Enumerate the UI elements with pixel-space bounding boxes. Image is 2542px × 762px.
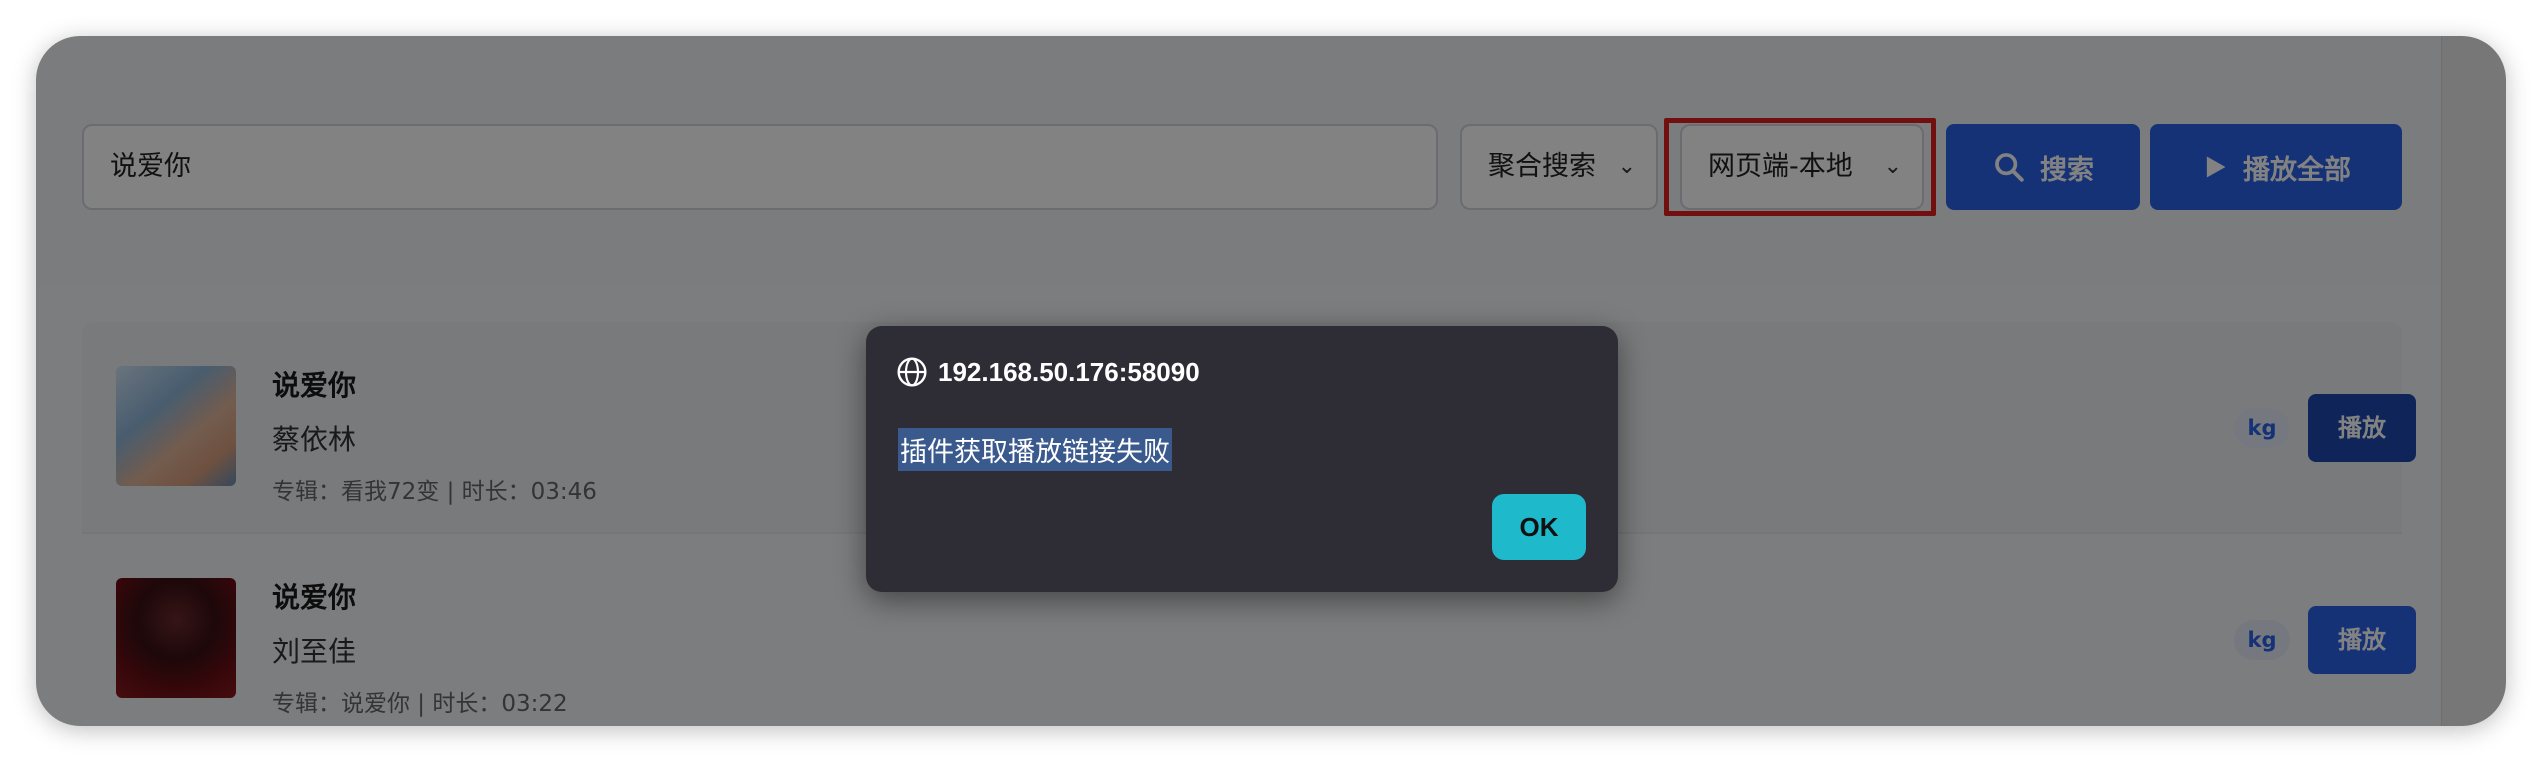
dialog-origin: 192.168.50.176:58090 xyxy=(938,356,1200,387)
alert-dialog: 192.168.50.176:58090 插件获取播放链接失败 OK xyxy=(866,326,1618,592)
dialog-message: 插件获取播放链接失败 xyxy=(898,428,1172,471)
ok-button[interactable]: OK xyxy=(1492,494,1586,560)
globe-icon xyxy=(897,357,927,387)
dialog-header: 192.168.50.176:58090 xyxy=(896,356,1200,388)
